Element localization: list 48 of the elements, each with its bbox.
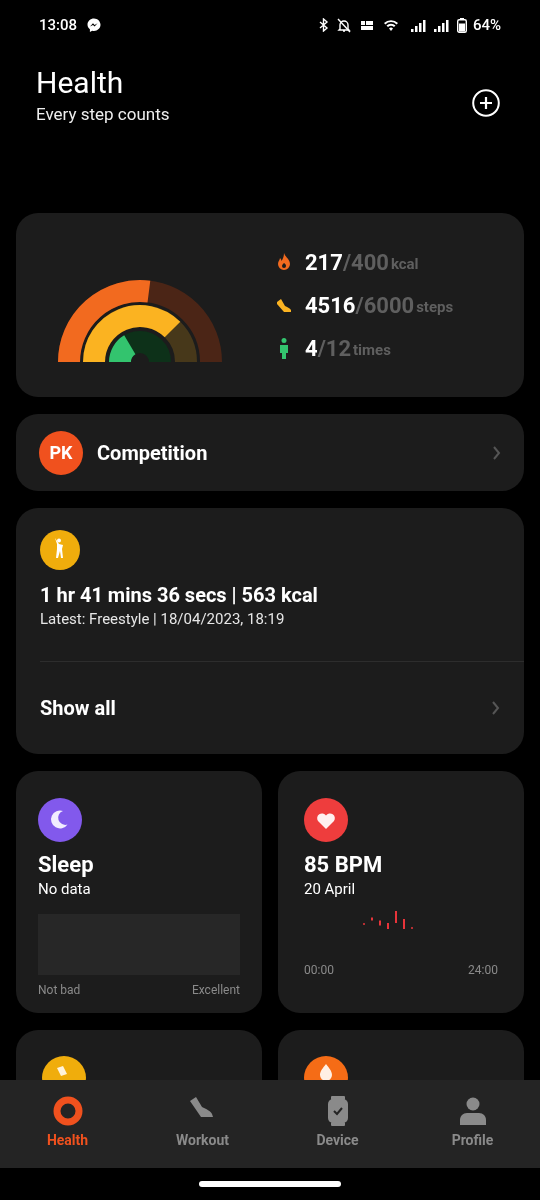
competition-label: Competition: [97, 439, 209, 467]
stat-unit: steps: [416, 296, 454, 318]
page-title: Health: [36, 64, 125, 102]
wifi-icon: [382, 18, 399, 32]
signal-icon: [410, 18, 426, 32]
add-button[interactable]: [472, 89, 500, 117]
heart-rate-date: 20 April: [304, 879, 357, 899]
shoe-icon: [276, 297, 292, 313]
heart-rate-sparkline: [363, 911, 413, 929]
chevron-right-icon: [492, 701, 500, 715]
status-time: 13:08: [39, 14, 78, 36]
stat-goal: /400: [342, 248, 389, 277]
sleep-subtitle: No data: [38, 879, 92, 899]
sleep-title: Sleep: [38, 851, 95, 879]
nav-tab[interactable]: Profile: [405, 1080, 540, 1168]
person-icon: [278, 337, 290, 359]
moon-icon: [38, 798, 82, 842]
stat-unit: times: [353, 339, 391, 361]
stat-unit: kcal: [390, 253, 419, 275]
stat-value: 217: [305, 248, 343, 277]
axis-label: 00:00: [304, 962, 334, 979]
stat-goal: /12: [317, 334, 352, 363]
workout-latest: Latest: Freestyle | 18/04/2023, 18:19: [40, 609, 286, 629]
person-icon: [457, 1095, 488, 1126]
battery-icon: [456, 17, 467, 33]
show-all-button[interactable]: Show all: [16, 662, 524, 754]
battery-percent: 64%: [472, 14, 501, 36]
flame-icon: [276, 253, 292, 271]
nav-tab[interactable]: Health: [0, 1080, 135, 1168]
stat-value: 4516: [305, 291, 356, 320]
scale-label: Excellent: [191, 982, 240, 999]
axis-label: 24:00: [468, 962, 498, 979]
messenger-icon: [87, 18, 102, 32]
workout-icon: [40, 530, 80, 570]
nav-tab[interactable]: Workout: [135, 1080, 270, 1168]
bell-off-icon: [336, 17, 351, 33]
competition-card[interactable]: PK Competition: [16, 414, 524, 491]
nav-tab[interactable]: Device: [270, 1080, 405, 1168]
scale-label: Not bad: [38, 982, 81, 999]
stat-value: 4: [305, 334, 318, 363]
chevron-right-icon: [493, 445, 501, 460]
ring-icon: [52, 1095, 83, 1126]
stat-goal: /6000: [355, 291, 415, 320]
workout-summary: 1 hr 41 mins 36 secs | 563 kcal: [40, 582, 319, 609]
signal-icon: [433, 18, 449, 32]
heart-rate-title: 85 BPM: [304, 851, 384, 879]
page-subtitle: Every step counts: [36, 103, 170, 126]
pk-badge: PK: [39, 430, 83, 475]
